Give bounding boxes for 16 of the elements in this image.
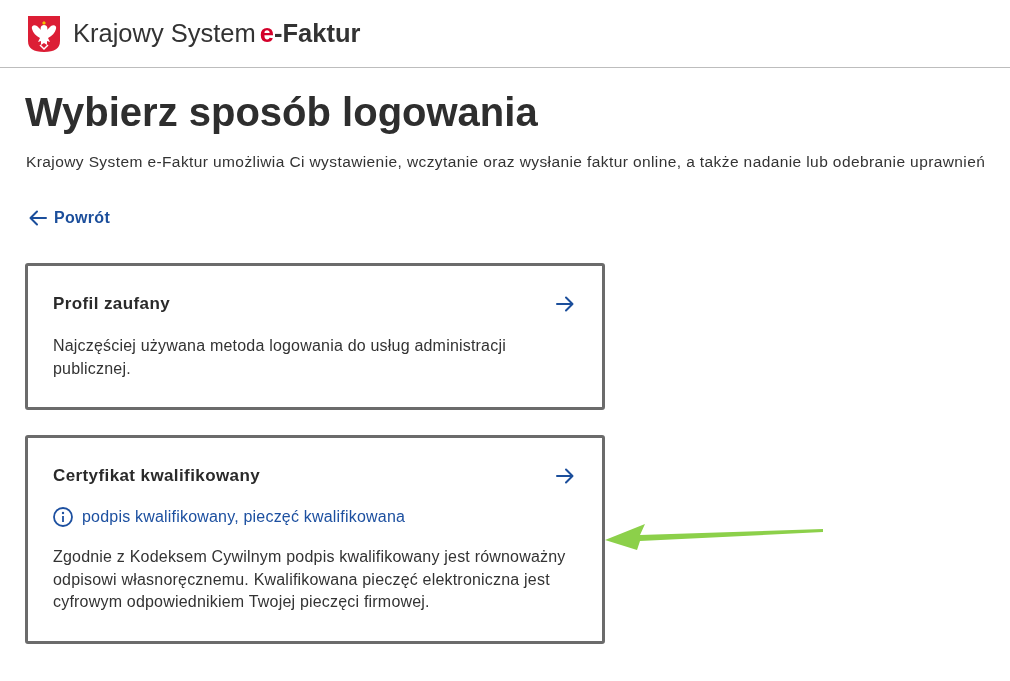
info-text: podpis kwalifikowany, pieczęć kwalifikowana — [82, 507, 406, 527]
login-option-card[interactable] — [25, 435, 605, 644]
app-title: Krajowy System e-Faktur — [73, 19, 361, 48]
page-heading: Wybierz sposób logowania — [25, 90, 539, 134]
login-option-card[interactable]: Profil zaufany Najczęściej używana metoda logowania do usług administracji publicznej. — [25, 263, 605, 410]
back-link[interactable]: Powrót — [29, 207, 111, 229]
intro-text: Krajowy System e-Faktur umożliwia Ci wystawienie, wczytanie oraz wysłanie faktur online, a także nadanie lub odebranie uprawnień — [26, 152, 986, 172]
arrow-right-icon — [556, 468, 574, 484]
option-description: Najczęściej używana metoda logowania do usług administracji publicznej. — [53, 336, 507, 379]
back-arrow-icon — [29, 210, 47, 226]
option-title: Profil zaufany — [53, 293, 171, 315]
arrow-right-icon — [556, 296, 574, 312]
option-description: Zgodnie z Kodeksem Cywilnym podpis kwalifikowany jest równoważny odpisowi własnoręcznemu. Kwalifikowana pieczęć elektroniczna jest cyfrowym odpowiednikiem Twojej pieczęci firmowej. — [53, 547, 567, 612]
info-icon — [53, 507, 73, 527]
eagle-emblem-icon — [27, 14, 61, 53]
option-title: Certyfikat kwalifikowany — [53, 465, 261, 487]
